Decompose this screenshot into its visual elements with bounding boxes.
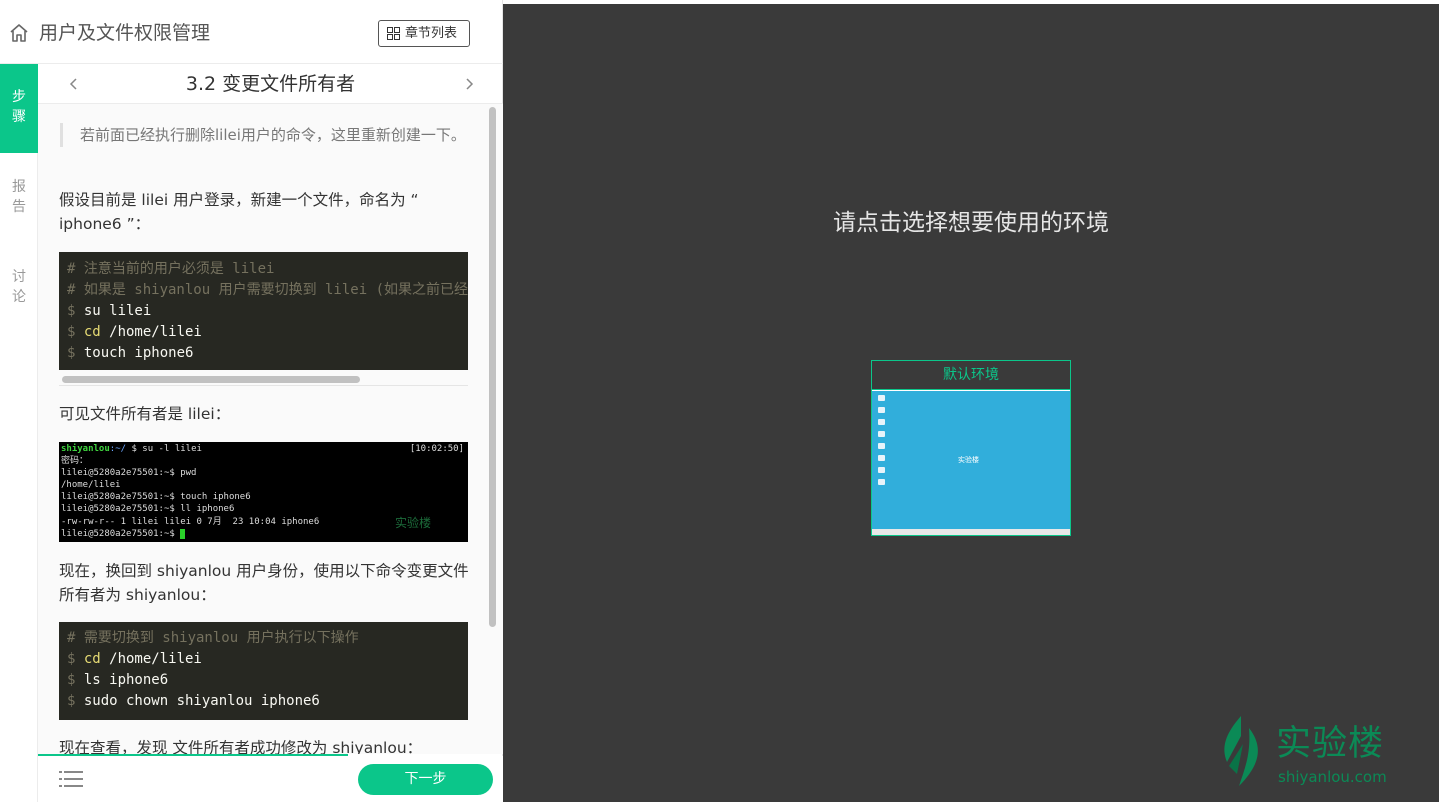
- terminal-line: 密码：: [61, 456, 89, 466]
- code-line: $ sudo chown shiyanlou iphone6: [67, 693, 320, 709]
- tab-report[interactable]: 报 告: [0, 177, 38, 217]
- environment-name: 默认环境: [872, 361, 1070, 390]
- brand-name: 实验楼: [1276, 724, 1385, 764]
- desktop-preview: 实验楼: [872, 391, 1070, 529]
- chapter-list-button[interactable]: 章节列表: [378, 20, 470, 47]
- step-title: 3.2 变更文件所有者: [185, 73, 356, 95]
- desktop-icon: [878, 443, 885, 449]
- desktop-taskbar: [872, 529, 1070, 535]
- chapter-list-label: 章节列表: [405, 26, 458, 41]
- code-line: $ cd /home/lilei: [67, 324, 202, 340]
- brand-logo: 实验楼 shiyanlou.com: [1219, 712, 1399, 792]
- terminal-line: lilei@5280a2e75501:~$ ll iphone6: [61, 504, 235, 514]
- chevron-right-icon[interactable]: [461, 76, 477, 92]
- desktop-icon: [878, 455, 885, 461]
- list-icon[interactable]: [59, 770, 83, 788]
- tab-discuss-char-2: 论: [12, 289, 26, 305]
- desktop-icon: [878, 395, 885, 401]
- terminal-line: -rw-rw-r-- 1 lilei lilei 0 7月 23 10:04 i…: [61, 517, 320, 527]
- scrollbar-thumb[interactable]: [62, 376, 360, 383]
- terminal-screenshot: shiyanlou:~/ $ su -l lilei [10:02:50] 密码…: [59, 442, 468, 542]
- paragraph-2: 可见文件所有者是 lilei：: [59, 405, 231, 423]
- paragraph-4: 现在查看，发现 文件所有者成功修改为 shiyanlou：: [59, 739, 423, 754]
- step-nav-bar: 3.2 变更文件所有者: [38, 64, 503, 104]
- code-line: $ ls iphone6: [67, 672, 169, 688]
- terminal-line: shiyanlou:~/ $ su -l lilei: [61, 444, 202, 454]
- grid-icon: [387, 27, 400, 40]
- code-block-1: # 注意当前的用户必须是 lilei # 如果是 shiyanlou 用户需要切…: [59, 252, 468, 370]
- tab-steps[interactable]: 步 骤: [0, 64, 38, 153]
- desktop-icon: [878, 407, 885, 413]
- code-line: $ touch iphone6: [67, 345, 194, 361]
- code-line: # 需要切换到 shiyanlou 用户执行以下操作: [67, 630, 359, 646]
- desktop-icon: [878, 467, 885, 473]
- terminal-line: lilei@5280a2e75501:~$: [61, 528, 186, 540]
- environment-card-default[interactable]: 默认环境 实验楼: [871, 360, 1071, 536]
- paragraph-3: 现在，换回到 shiyanlou 用户身份，使用以下命令变更文件所有者为 shi…: [59, 562, 469, 604]
- desktop-icon: [878, 431, 885, 437]
- scrollbar-thumb[interactable]: [489, 107, 496, 627]
- code-horizontal-scrollbar[interactable]: [59, 373, 468, 386]
- terminal-time: [10:02:50]: [409, 444, 464, 454]
- tab-discuss[interactable]: 讨 论: [0, 267, 38, 307]
- paragraph-1: 假设目前是 lilei 用户登录，新建一个文件，命名为 “ iphone6 ”：: [59, 191, 419, 233]
- tab-report-char-2: 告: [12, 199, 26, 215]
- course-header: 用户及文件权限管理 章节列表: [0, 0, 503, 64]
- tab-discuss-char-1: 讨: [12, 269, 26, 285]
- terminal-line: /home/lilei: [61, 480, 121, 490]
- environment-prompt: 请点击选择想要使用的环境: [833, 210, 1109, 236]
- tab-steps-char-2: 骤: [12, 109, 26, 125]
- code-line: $ su lilei: [67, 303, 152, 319]
- code-line: $ cd /home/lilei: [67, 651, 202, 667]
- app-root: 用户及文件权限管理 章节列表 步 骤 报 告 讨 论 3.2 变更文件所有者 若…: [0, 0, 1439, 802]
- note-blockquote: 若前面已经执行删除lilei用户的命令，这里重新创建一下。: [60, 123, 470, 147]
- home-icon[interactable]: [9, 23, 29, 43]
- leaf-logo-icon: [1224, 716, 1258, 786]
- desktop-logo: 实验楼: [958, 456, 979, 464]
- brand-domain: shiyanlou.com: [1278, 768, 1387, 786]
- terminal-cursor: [180, 528, 186, 539]
- desktop-icon: [878, 479, 885, 485]
- course-panel: 用户及文件权限管理 章节列表 步 骤 报 告 讨 论 3.2 变更文件所有者 若…: [0, 0, 503, 802]
- code-block-2: # 需要切换到 shiyanlou 用户执行以下操作 $ cd /home/li…: [59, 622, 468, 720]
- content-scrollbar[interactable]: [489, 104, 500, 754]
- code-line: # 注意当前的用户必须是 lilei: [67, 261, 275, 277]
- step-footer: 下一步: [38, 756, 503, 802]
- step-content[interactable]: 若前面已经执行删除lilei用户的命令，这里重新创建一下。 假设目前是 lile…: [38, 104, 503, 754]
- course-title: 用户及文件权限管理: [39, 22, 211, 44]
- next-step-button[interactable]: 下一步: [358, 764, 493, 795]
- terminal-line: lilei@5280a2e75501:~$ pwd: [61, 468, 197, 478]
- environment-panel: 请点击选择想要使用的环境 默认环境 实验楼 实验楼 shiyanlou.com: [503, 4, 1439, 802]
- side-tabs: 步 骤 报 告 讨 论: [0, 64, 38, 802]
- tab-steps-char-1: 步: [12, 89, 26, 105]
- terminal-line: lilei@5280a2e75501:~$ touch iphone6: [61, 492, 251, 502]
- terminal-watermark: 实验楼: [395, 516, 432, 530]
- code-line: # 如果是 shiyanlou 用户需要切换到 lilei (如果之前已经删除需…: [67, 282, 468, 298]
- desktop-icon: [878, 419, 885, 425]
- tab-report-char-1: 报: [12, 179, 26, 195]
